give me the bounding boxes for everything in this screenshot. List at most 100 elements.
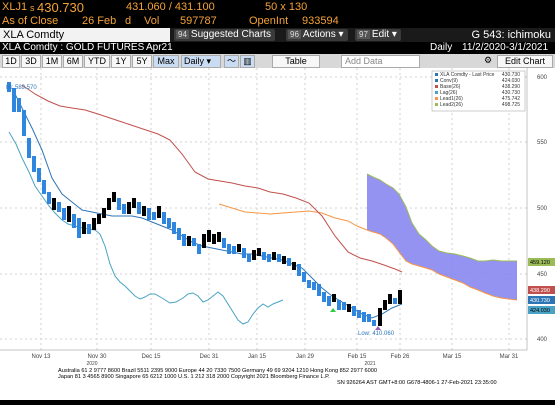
candle xyxy=(27,138,31,158)
period-5y-button[interactable]: 5Y xyxy=(132,55,152,68)
security-field[interactable]: XLA Comdty xyxy=(0,28,170,42)
subheader: XLA Comdty : GOLD FUTURES Apr21 Daily 11… xyxy=(0,42,555,54)
actions-button[interactable]: 96 Actions ▾ xyxy=(286,29,348,41)
candle xyxy=(332,294,336,302)
suggested-charts-number: 94 xyxy=(176,30,189,39)
y-tick: 450 xyxy=(537,272,548,278)
period-toolbar: 1D 3D 1M 6M YTD 1Y 5Y Max Daily ▾ 〜 ▥ Ta… xyxy=(0,54,555,69)
low-annotation: Low: 410.060 xyxy=(358,331,395,337)
candle xyxy=(177,228,181,240)
candle xyxy=(12,88,16,112)
bid-ask-size: 50 x 130 xyxy=(265,1,308,13)
period-3d-button[interactable]: 3D xyxy=(21,55,41,68)
candle xyxy=(342,302,346,310)
period-1d-button[interactable]: 1D xyxy=(2,55,20,68)
ticker[interactable]: XLJ1 xyxy=(2,1,27,13)
period-1y-button[interactable]: 1Y xyxy=(111,55,131,68)
legend: XLA Comdty - Last Price 430.730 Conv(9) … xyxy=(431,70,526,112)
candle xyxy=(47,192,51,204)
bar-chart-icon[interactable]: ▥ xyxy=(240,55,255,68)
edit-chart-button[interactable]: Edit Chart xyxy=(497,55,553,68)
x-tick: Dec 15 xyxy=(141,354,161,360)
candle xyxy=(237,244,241,252)
actions-number: 96 xyxy=(288,30,301,39)
period-max-button[interactable]: Max xyxy=(153,55,179,68)
chevron-down-icon: ▾ xyxy=(391,29,397,40)
y-tick: 500 xyxy=(537,206,548,212)
candle xyxy=(352,306,356,316)
line-chart-icon[interactable]: 〜 xyxy=(224,55,239,68)
edit-button[interactable]: 97 Edit ▾ xyxy=(355,29,401,41)
suggested-charts-button[interactable]: 94 Suggested Charts xyxy=(174,29,275,41)
suggested-charts-label: Suggested Charts xyxy=(190,29,271,40)
candle xyxy=(287,258,291,266)
candle xyxy=(162,212,166,224)
candle xyxy=(317,284,321,296)
x-tick: Mar 15 xyxy=(443,354,462,360)
candle xyxy=(252,250,256,260)
edit-chart-label: Edit Chart xyxy=(504,56,546,66)
candle xyxy=(272,252,276,260)
candle xyxy=(282,256,286,264)
candle xyxy=(322,292,326,302)
candle xyxy=(107,198,111,210)
last-prefix: s xyxy=(30,3,35,13)
frequency-select-value: Daily xyxy=(184,56,205,66)
security-description: XLA Comdty : GOLD FUTURES xyxy=(2,42,145,53)
candle xyxy=(302,272,306,282)
x-tick: Feb 15 xyxy=(348,354,367,360)
add-data-input[interactable]: Add Data xyxy=(341,55,420,68)
x-tick: Jan 29 xyxy=(296,354,315,360)
price-tag: 459.120 xyxy=(530,260,550,266)
candle xyxy=(257,248,261,256)
candle xyxy=(127,202,131,214)
candle xyxy=(57,202,61,212)
open-interest-value: 933594 xyxy=(302,15,339,27)
volume-value: 597787 xyxy=(180,15,217,27)
candle xyxy=(92,218,96,230)
candle xyxy=(212,234,216,244)
candle xyxy=(242,248,246,258)
candle xyxy=(172,222,176,234)
candle xyxy=(62,208,66,220)
candle xyxy=(167,218,171,228)
candle xyxy=(327,296,331,306)
candle xyxy=(132,198,136,208)
candle xyxy=(297,264,301,276)
legend-label: Lead2(26) xyxy=(440,102,463,108)
candle xyxy=(52,198,56,210)
candle xyxy=(262,252,266,260)
candle xyxy=(32,156,36,172)
candle xyxy=(87,224,91,234)
chart-id: G 543: ichimoku xyxy=(471,29,551,41)
gear-icon[interactable]: ⚙ xyxy=(484,55,492,66)
price-tag: 438.290 xyxy=(530,288,550,294)
candle xyxy=(117,198,121,210)
candle xyxy=(312,282,316,290)
x-year: 2020 xyxy=(86,361,97,367)
period-1m-button[interactable]: 1M xyxy=(42,55,62,68)
y-tick: 400 xyxy=(537,337,548,343)
x-tick: Mar 31 xyxy=(500,354,519,360)
candle xyxy=(247,254,251,262)
close-label: As of Close xyxy=(2,15,59,27)
candle xyxy=(362,312,366,322)
candle xyxy=(22,110,26,136)
y-tick: 600 xyxy=(537,75,548,81)
candle xyxy=(37,168,41,182)
candle xyxy=(142,206,146,216)
candle xyxy=(202,234,206,248)
frequency-select[interactable]: Daily ▾ xyxy=(181,55,221,68)
high-annotation: Hi: 589.570 xyxy=(6,85,37,91)
candle xyxy=(383,300,387,310)
candle xyxy=(398,290,402,304)
table-button[interactable]: Table xyxy=(272,55,320,68)
candle xyxy=(157,206,161,218)
x-tick: Jan 15 xyxy=(248,354,267,360)
candle xyxy=(97,214,101,224)
candle xyxy=(72,214,76,228)
period-6m-button[interactable]: 6M xyxy=(63,55,83,68)
x-year: 2021 xyxy=(364,361,375,367)
period-ytd-button[interactable]: YTD xyxy=(84,55,110,68)
chevron-down-icon: ▾ xyxy=(338,29,344,40)
